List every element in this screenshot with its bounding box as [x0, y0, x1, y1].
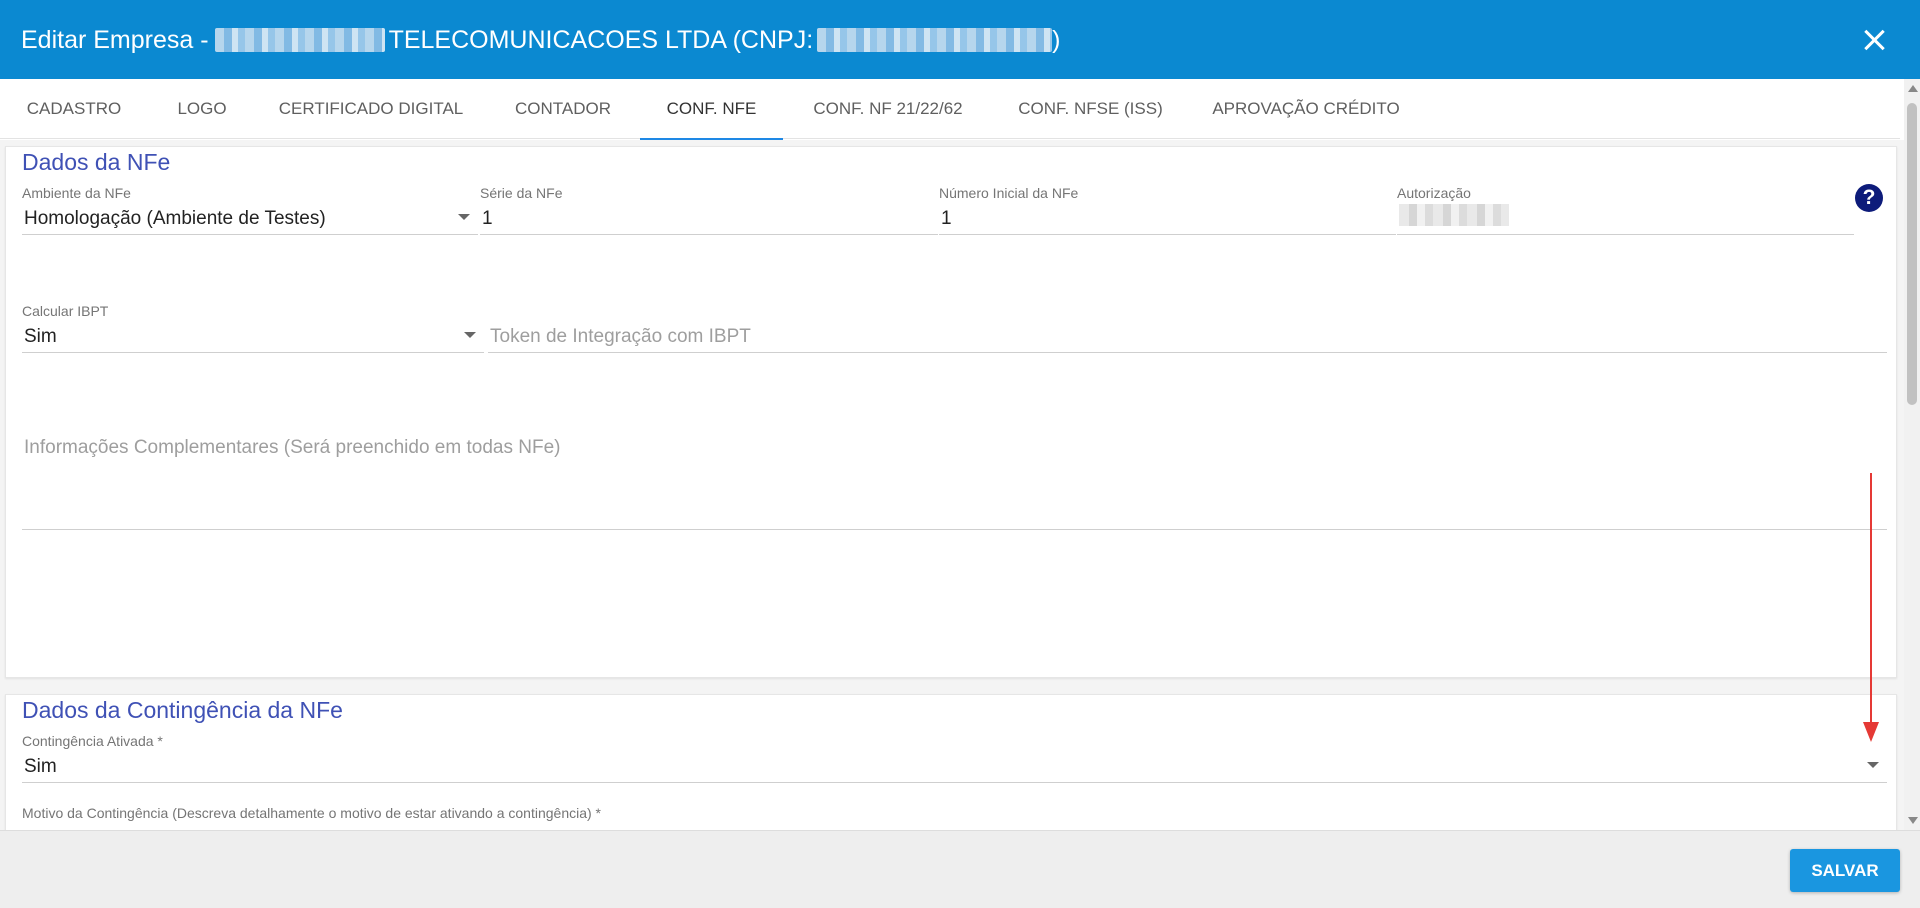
chevron-down-icon	[1867, 762, 1879, 768]
chevron-down-icon	[458, 214, 470, 220]
ambiente-label: Ambiente da NFe	[22, 185, 131, 201]
nfe-data-card: Dados da NFe Ambiente da NFe Homologação…	[5, 146, 1897, 678]
edit-company-dialog: Editar Empresa - TELECOMUNICACOES LTDA (…	[0, 0, 1920, 908]
tab-logo[interactable]: LOGO	[148, 79, 256, 139]
tab-bar: CADASTRO LOGO CERTIFICADO DIGITAL CONTAD…	[0, 79, 1900, 140]
tab-conf-nfe[interactable]: CONF. NFE	[640, 79, 783, 140]
contingencia-ativada-label: Contingência Ativada *	[22, 733, 163, 749]
redacted-autorizacao	[1399, 204, 1509, 226]
dialog-footer: SALVAR	[0, 830, 1920, 908]
title-company: TELECOMUNICACOES LTDA (CNPJ:	[388, 26, 814, 54]
ambiente-value: Homologação (Ambiente de Testes)	[24, 208, 326, 229]
tab-certificado-digital[interactable]: CERTIFICADO DIGITAL	[256, 79, 486, 139]
autorizacao-input[interactable]	[1397, 203, 1854, 235]
save-button[interactable]: SALVAR	[1790, 849, 1900, 892]
info-complementares-textarea[interactable]: Informações Complementares (Será preench…	[22, 437, 1887, 530]
dialog-header: Editar Empresa - TELECOMUNICACOES LTDA (…	[0, 0, 1920, 79]
token-ibpt-input[interactable]: Token de Integração com IBPT	[488, 321, 1887, 353]
tab-cadastro[interactable]: CADASTRO	[0, 79, 148, 139]
tab-contador[interactable]: CONTADOR	[486, 79, 640, 139]
tab-conf-nf-21-22-62[interactable]: CONF. NF 21/22/62	[783, 79, 993, 139]
serie-input[interactable]: 1	[480, 203, 938, 235]
tab-conf-nfse-iss[interactable]: CONF. NFSE (ISS)	[993, 79, 1188, 139]
numero-inicial-value: 1	[941, 208, 952, 229]
scroll-up-arrow-icon[interactable]	[1908, 85, 1918, 92]
info-complementares-placeholder: Informações Complementares (Será preench…	[24, 437, 561, 458]
calcular-ibpt-select[interactable]: Sim	[22, 321, 484, 353]
scroll-down-arrow-icon[interactable]	[1908, 817, 1918, 824]
chevron-down-icon	[464, 332, 476, 338]
help-icon[interactable]: ?	[1855, 184, 1883, 212]
annotation-arrow-line	[1870, 473, 1872, 728]
token-ibpt-placeholder: Token de Integração com IBPT	[490, 326, 751, 347]
numero-inicial-label: Número Inicial da NFe	[939, 185, 1079, 201]
contingencia-ativada-select[interactable]: Sim	[22, 751, 1887, 783]
nfe-section-title: Dados da NFe	[22, 149, 171, 175]
scroll-thumb[interactable]	[1907, 103, 1917, 405]
serie-value: 1	[482, 208, 493, 229]
motivo-contingencia-label: Motivo da Contingência (Descreva detalha…	[22, 805, 601, 821]
calcular-ibpt-label: Calcular IBPT	[22, 303, 109, 319]
form-content: Dados da NFe Ambiente da NFe Homologação…	[0, 140, 1904, 830]
redacted-company-name	[214, 28, 385, 52]
numero-inicial-input[interactable]: 1	[939, 203, 1396, 235]
autorizacao-label: Autorização	[1397, 185, 1471, 201]
calcular-ibpt-value: Sim	[24, 326, 57, 347]
dialog-title: Editar Empresa - TELECOMUNICACOES LTDA (…	[21, 24, 1061, 56]
annotation-arrow-head-icon	[1863, 722, 1879, 742]
title-prefix: Editar Empresa -	[21, 26, 209, 54]
ambiente-select[interactable]: Homologação (Ambiente de Testes)	[22, 203, 478, 235]
vertical-scrollbar[interactable]	[1904, 79, 1920, 830]
contingencia-ativada-value: Sim	[24, 756, 57, 777]
redacted-cnpj	[817, 28, 1053, 52]
title-suffix: )	[1052, 26, 1061, 54]
tab-aprovacao-credito[interactable]: APROVAÇÃO CRÉDITO	[1188, 79, 1424, 139]
contingencia-card: Dados da Contingência da NFe Contingênci…	[5, 694, 1897, 830]
contingencia-section-title: Dados da Contingência da NFe	[22, 697, 343, 723]
close-icon[interactable]	[1858, 24, 1890, 56]
serie-label: Série da NFe	[480, 185, 563, 201]
